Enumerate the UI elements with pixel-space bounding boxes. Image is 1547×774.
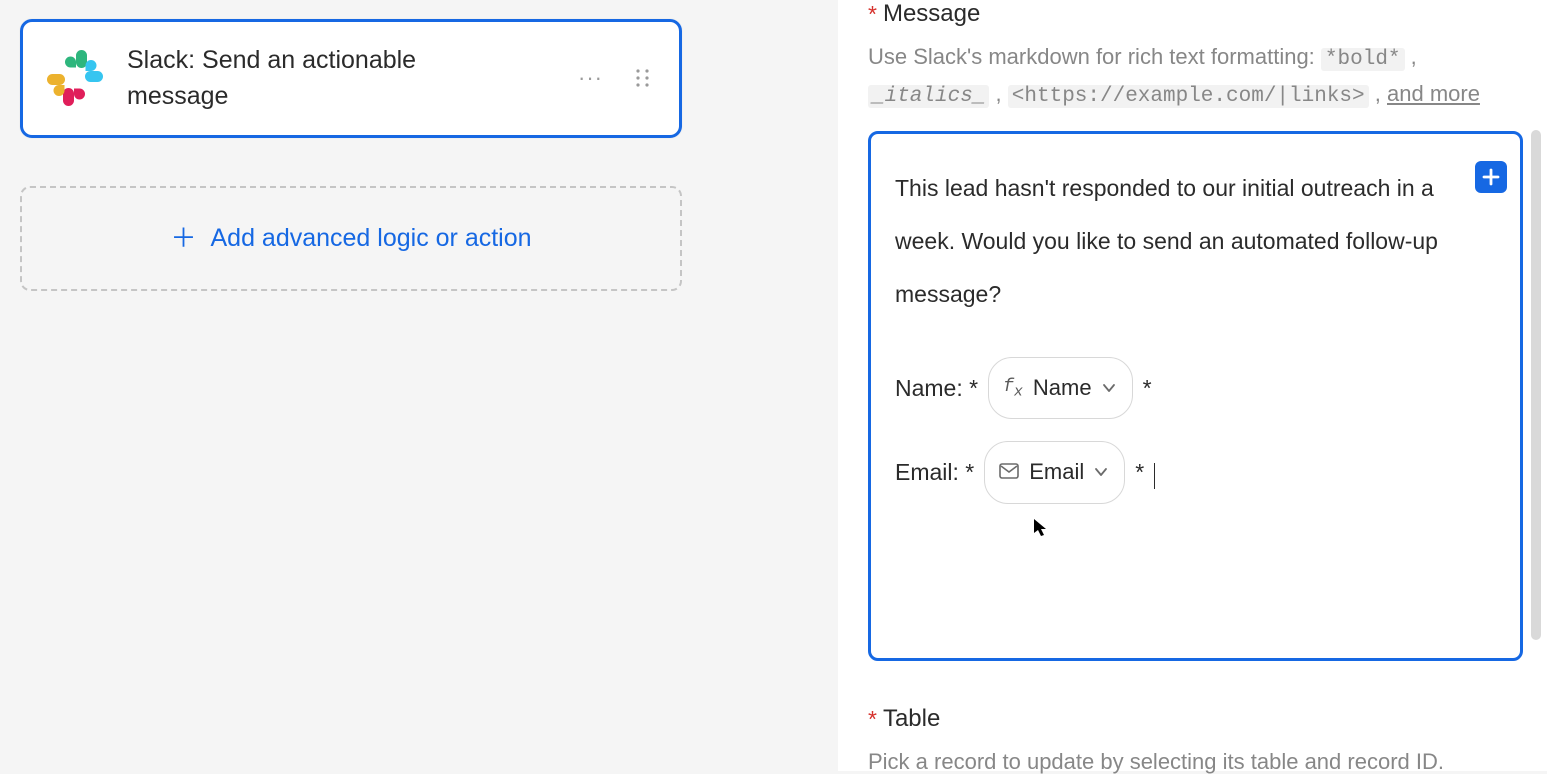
message-help: Use Slack's markdown for rich text forma… bbox=[868, 40, 1488, 113]
name-line: Name: * fx Name * bbox=[895, 357, 1496, 419]
email-line-label: Email: * bbox=[895, 447, 974, 498]
add-token-button[interactable] bbox=[1475, 161, 1507, 193]
help-sep: , bbox=[1375, 81, 1387, 106]
help-prefix: Use Slack's markdown for rich text forma… bbox=[868, 44, 1321, 69]
plus-icon: ＋ bbox=[170, 225, 196, 251]
help-italics-token: _italics_ bbox=[868, 85, 989, 108]
message-editor[interactable]: This lead hasn't responded to our initia… bbox=[868, 131, 1523, 661]
email-token-pill[interactable]: Email bbox=[984, 441, 1125, 503]
email-token-text: Email bbox=[1029, 448, 1084, 496]
table-label-row: * Table bbox=[868, 705, 1547, 733]
card-controls: ··· bbox=[578, 63, 655, 93]
text-caret bbox=[1154, 463, 1155, 489]
table-field: * Table Pick a record to update by selec… bbox=[868, 705, 1547, 774]
action-card-title: Slack: Send an actionable message bbox=[127, 42, 487, 115]
slack-icon bbox=[45, 48, 105, 108]
message-label-row: * Message bbox=[868, 0, 1547, 28]
name-suffix: * bbox=[1143, 363, 1152, 414]
help-links-token: <https://example.com/|links> bbox=[1008, 85, 1369, 108]
message-editor-wrap: This lead hasn't responded to our initia… bbox=[868, 131, 1523, 661]
email-line: Email: * Email * bbox=[895, 441, 1496, 503]
name-token-pill[interactable]: fx Name bbox=[988, 357, 1133, 419]
envelope-icon bbox=[999, 448, 1019, 496]
help-more-link[interactable]: and more bbox=[1387, 81, 1480, 106]
required-star-icon: * bbox=[868, 708, 877, 731]
drag-handle-icon[interactable] bbox=[631, 63, 655, 93]
chevron-down-icon bbox=[1102, 381, 1116, 395]
message-label: Message bbox=[883, 0, 980, 28]
help-bold-token: *bold* bbox=[1321, 48, 1405, 71]
table-label: Table bbox=[883, 705, 940, 733]
message-field: * Message Use Slack's markdown for rich … bbox=[868, 0, 1547, 661]
app-layout: Slack: Send an actionable message ··· ＋ bbox=[0, 0, 1547, 771]
chevron-down-icon bbox=[1094, 465, 1108, 479]
more-icon[interactable]: ··· bbox=[578, 65, 603, 91]
help-sep: , bbox=[1411, 44, 1417, 69]
required-star-icon: * bbox=[868, 3, 877, 26]
email-suffix: * bbox=[1135, 447, 1144, 498]
add-action-label: Add advanced logic or action bbox=[210, 224, 531, 253]
formula-icon: fx bbox=[1003, 368, 1023, 409]
workflow-canvas: Slack: Send an actionable message ··· ＋ bbox=[0, 0, 838, 771]
name-token-text: Name bbox=[1033, 364, 1092, 412]
config-panel: * Message Use Slack's markdown for rich … bbox=[838, 0, 1547, 771]
action-card-slack[interactable]: Slack: Send an actionable message ··· bbox=[20, 19, 682, 138]
message-body-text: This lead hasn't responded to our initia… bbox=[895, 162, 1496, 321]
help-sep: , bbox=[996, 81, 1008, 106]
scrollbar[interactable] bbox=[1531, 130, 1541, 640]
add-action-button[interactable]: ＋ Add advanced logic or action bbox=[20, 186, 682, 291]
name-line-label: Name: * bbox=[895, 363, 978, 414]
table-help: Pick a record to update by selecting its… bbox=[868, 745, 1488, 774]
